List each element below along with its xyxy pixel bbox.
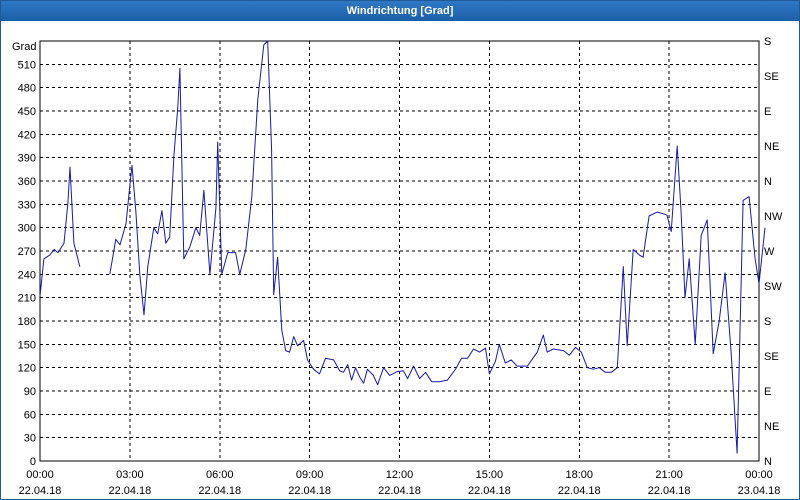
right-axis-label: SE bbox=[764, 351, 779, 363]
grid bbox=[40, 41, 759, 461]
y-tick-label: 510 bbox=[18, 59, 36, 71]
x-tick-date: 22.04.18 bbox=[468, 485, 511, 497]
x-tick-time: 18:00 bbox=[565, 469, 593, 481]
x-tick-time: 00:00 bbox=[745, 469, 773, 481]
right-axis-label: W bbox=[764, 246, 775, 258]
right-axis-label: NW bbox=[764, 211, 783, 223]
right-axis-label: S bbox=[764, 36, 771, 48]
right-axis-label: NE bbox=[764, 421, 779, 433]
x-tick-date: 22.04.18 bbox=[19, 485, 62, 497]
y-tick-label: 150 bbox=[18, 339, 36, 351]
x-tick-time: 06:00 bbox=[206, 469, 234, 481]
x-tick-time: 03:00 bbox=[116, 469, 144, 481]
x-tick-date: 22.04.18 bbox=[288, 485, 331, 497]
y-tick-label: 270 bbox=[18, 246, 36, 258]
y-tick-label: 390 bbox=[18, 153, 36, 165]
y-tick-label: 180 bbox=[18, 316, 36, 328]
y-tick-label: 360 bbox=[18, 176, 36, 188]
y-tick-label: 90 bbox=[24, 386, 36, 398]
x-tick-date: 22.04.18 bbox=[648, 485, 691, 497]
right-axis-label: SE bbox=[764, 71, 779, 83]
x-tick-date: 22.04.18 bbox=[558, 485, 601, 497]
x-tick-time: 21:00 bbox=[655, 469, 683, 481]
line-chart: 0 30 60 90 120 150 180 210 240 270 300 330 360 390 420… bbox=[12, 36, 783, 497]
x-tick-time: 09:00 bbox=[296, 469, 324, 481]
y-tick-label: 420 bbox=[18, 129, 36, 141]
y-tick-label: 300 bbox=[18, 223, 36, 235]
x-tick-time: 00:00 bbox=[26, 469, 54, 481]
y-tick-label: 120 bbox=[18, 363, 36, 375]
y-tick-label: 330 bbox=[18, 199, 36, 211]
x-tick-time: 15:00 bbox=[476, 469, 504, 481]
right-axis-label: N bbox=[764, 176, 772, 188]
y-tick-label: 0 bbox=[30, 456, 36, 468]
y-tick-label: 480 bbox=[18, 83, 36, 95]
right-axis-label: SW bbox=[764, 281, 782, 293]
right-axis-label: E bbox=[764, 386, 771, 398]
series-line bbox=[39, 166, 81, 297]
axes: 0 30 60 90 120 150 180 210 240 270 300 330 360 390 420… bbox=[18, 36, 783, 497]
right-axis-label: S bbox=[764, 316, 771, 328]
x-tick-date: 22.04.18 bbox=[108, 485, 151, 497]
y-tick-label: 30 bbox=[24, 433, 36, 445]
y-tick-label: 450 bbox=[18, 106, 36, 118]
x-tick-time: 12:00 bbox=[386, 469, 414, 481]
right-axis-label: N bbox=[764, 456, 772, 468]
y-tick-label: 60 bbox=[24, 409, 36, 421]
x-tick-date: 22.04.18 bbox=[198, 485, 241, 497]
y-axis-label: Grad bbox=[12, 41, 36, 53]
y-tick-label: 210 bbox=[18, 293, 36, 305]
right-axis-label: E bbox=[764, 106, 771, 118]
y-tick-label: 240 bbox=[18, 269, 36, 281]
x-tick-date: 22.04.18 bbox=[378, 485, 421, 497]
right-axis-label: NE bbox=[764, 141, 779, 153]
x-tick-date: 23.04.18 bbox=[738, 485, 781, 497]
